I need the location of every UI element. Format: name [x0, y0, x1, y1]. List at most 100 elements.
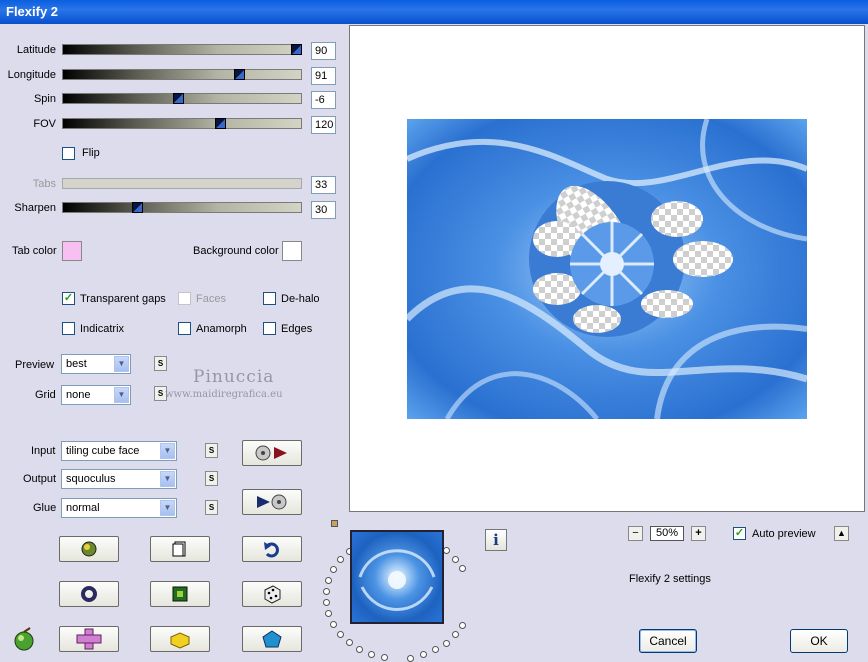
navigator-dot[interactable] [322, 599, 330, 607]
navigator-dot[interactable] [336, 556, 344, 564]
cancel-button[interactable]: Cancel [639, 629, 697, 653]
navigator-handle[interactable] [331, 520, 338, 527]
info-button[interactable]: i [485, 529, 507, 551]
cross-button[interactable] [59, 626, 119, 652]
window-title: Flexify 2 [0, 0, 868, 24]
square-icon [172, 586, 188, 602]
glue-select[interactable]: normal ▼ [61, 498, 177, 518]
navigator-dot[interactable] [451, 631, 459, 639]
navigator-dot[interactable] [442, 639, 450, 647]
navigator-dot[interactable] [420, 651, 428, 659]
latitude-label: Latitude [16, 44, 56, 56]
output-label: Output [23, 473, 57, 485]
preview-image [407, 119, 807, 419]
chevron-down-icon[interactable]: ▼ [160, 471, 175, 487]
navigator-dot[interactable] [336, 630, 344, 638]
de-halo-checkbox[interactable] [263, 292, 276, 305]
navigator-dot[interactable] [380, 654, 388, 662]
longitude-slider[interactable] [62, 69, 302, 80]
fov-value[interactable]: 120 [311, 116, 336, 134]
ring-button[interactable] [59, 581, 119, 607]
fov-slider[interactable] [62, 118, 302, 129]
spin-slider[interactable] [62, 93, 302, 104]
undo-button[interactable] [242, 536, 302, 562]
cube-icon [81, 541, 97, 557]
navigator-dot[interactable] [325, 576, 333, 584]
new-page-button[interactable] [150, 536, 210, 562]
input-select[interactable]: tiling cube face ▼ [61, 441, 177, 461]
fov-slider-thumb[interactable] [215, 118, 226, 129]
background-color-swatch[interactable] [282, 241, 302, 261]
tab-color-swatch[interactable] [62, 241, 82, 261]
ok-button[interactable]: OK [790, 629, 848, 653]
sharpen-value[interactable]: 30 [311, 201, 336, 219]
output-select[interactable]: squoculus ▼ [61, 469, 177, 489]
anamorph-checkbox[interactable] [178, 322, 191, 335]
auto-preview-label: Auto preview [752, 528, 816, 540]
anamorph-label: Anamorph [196, 323, 247, 335]
dice-button[interactable] [242, 581, 302, 607]
sharpen-slider-thumb[interactable] [132, 202, 143, 213]
navigator-dot[interactable] [431, 646, 439, 654]
longitude-slider-thumb[interactable] [234, 69, 245, 80]
randomize-cube-button[interactable] [59, 536, 119, 562]
chevron-down-icon[interactable]: ▼ [114, 387, 129, 403]
preview-select-value: best [66, 358, 87, 370]
input-label: Input [31, 445, 56, 457]
record-button[interactable] [242, 440, 302, 466]
tabs-label: Tabs [32, 178, 56, 190]
preview-save-button[interactable]: S [154, 356, 167, 371]
zoom-in-button[interactable]: + [691, 526, 706, 541]
navigator-dot[interactable] [407, 654, 415, 662]
longitude-value[interactable]: 91 [311, 67, 336, 85]
pentagon-button[interactable] [242, 626, 302, 652]
latitude-slider-thumb[interactable] [291, 44, 302, 55]
output-save-button[interactable]: S [205, 471, 218, 486]
chevron-down-icon[interactable]: ▼ [160, 500, 175, 516]
preview-canvas[interactable] [349, 25, 865, 512]
indicatrix-checkbox[interactable] [62, 322, 75, 335]
navigator-dot[interactable] [345, 639, 353, 647]
navigator-dot[interactable] [451, 555, 459, 563]
collapse-button[interactable]: ▲ [834, 526, 849, 541]
brick-button[interactable] [150, 626, 210, 652]
navigator-dot[interactable] [458, 565, 466, 573]
faces-label: Faces [196, 293, 226, 305]
preview-select[interactable]: best ▼ [61, 354, 131, 374]
input-save-button[interactable]: S [205, 443, 218, 458]
navigator-dot[interactable] [329, 621, 337, 629]
navigator-dot[interactable] [322, 587, 330, 595]
transparent-gaps-checkbox[interactable]: ✓ [62, 292, 75, 305]
zoom-out-button[interactable]: − [628, 526, 643, 541]
auto-preview-checkbox[interactable]: ✓ [733, 527, 746, 540]
navigator-dot[interactable] [458, 621, 466, 629]
navigator-dot[interactable] [329, 565, 337, 573]
tabs-slider [62, 178, 302, 189]
square-button[interactable] [150, 581, 210, 607]
longitude-label: Longitude [7, 69, 56, 81]
chevron-down-icon[interactable]: ▼ [114, 356, 129, 372]
preview-label: Preview [15, 359, 55, 371]
navigator-dot[interactable] [368, 651, 376, 659]
sharpen-label: Sharpen [14, 202, 56, 214]
grid-select[interactable]: none ▼ [61, 385, 131, 405]
navigator-dot[interactable] [356, 646, 364, 654]
grid-label: Grid [35, 389, 56, 401]
navigator-dot[interactable] [325, 610, 333, 618]
play-button[interactable] [242, 489, 302, 515]
chevron-down-icon[interactable]: ▼ [160, 443, 175, 459]
spin-value[interactable]: -6 [311, 91, 336, 109]
zoom-value[interactable]: 50% [650, 526, 684, 541]
faces-checkbox [178, 292, 191, 305]
latitude-slider[interactable] [62, 44, 302, 55]
flip-checkbox[interactable] [62, 147, 75, 160]
edges-checkbox[interactable] [263, 322, 276, 335]
latitude-value[interactable]: 90 [311, 42, 336, 60]
fruit-button[interactable] [12, 627, 38, 654]
de-halo-label: De-halo [281, 293, 320, 305]
glue-save-button[interactable]: S [205, 500, 218, 515]
sharpen-slider[interactable] [62, 202, 302, 213]
navigator-thumbnail[interactable] [350, 530, 444, 624]
settings-label: Flexify 2 settings [629, 573, 711, 585]
spin-slider-thumb[interactable] [173, 93, 184, 104]
